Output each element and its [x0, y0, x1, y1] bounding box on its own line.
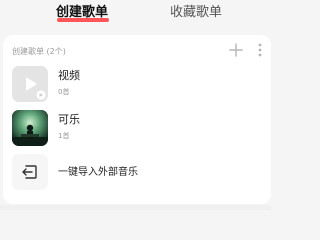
tab-created-label: 创建歌单 — [56, 5, 109, 20]
photo-cover — [12, 110, 48, 146]
tab-favorite-label: 收藏歌单 — [170, 5, 223, 20]
play-icon — [26, 77, 46, 100]
playlist-tabs: 创建歌单 收藏歌单 — [0, 0, 271, 30]
playlist-item[interactable]: 视频 0首 — [12, 66, 262, 106]
more-icon[interactable] — [251, 41, 269, 59]
playlist-title: 视频 — [58, 69, 80, 82]
tab-favorite-playlists[interactable]: 收藏歌单 — [170, 3, 222, 25]
import-cover — [12, 154, 48, 190]
playlist-cover — [12, 66, 48, 102]
playlist-cover — [12, 110, 48, 146]
created-playlists-card: 创建歌单 (2个) 视频 0首 可乐 1首 一键导入外部音乐 — [3, 35, 271, 204]
import-icon — [22, 165, 37, 179]
bottom-divider — [0, 205, 271, 210]
playlist-title: 可乐 — [58, 113, 80, 126]
section-header: 创建歌单 (2个) — [12, 47, 66, 56]
playlist-count: 0首 — [58, 88, 70, 96]
import-label: 一键导入外部音乐 — [58, 167, 138, 178]
plus-icon[interactable] — [227, 41, 245, 59]
playlist-count: 1首 — [58, 132, 70, 140]
playlist-item[interactable]: 可乐 1首 — [12, 110, 262, 150]
import-music-item[interactable]: 一键导入外部音乐 — [12, 154, 262, 194]
tab-created-playlists[interactable]: 创建歌单 — [56, 3, 108, 25]
